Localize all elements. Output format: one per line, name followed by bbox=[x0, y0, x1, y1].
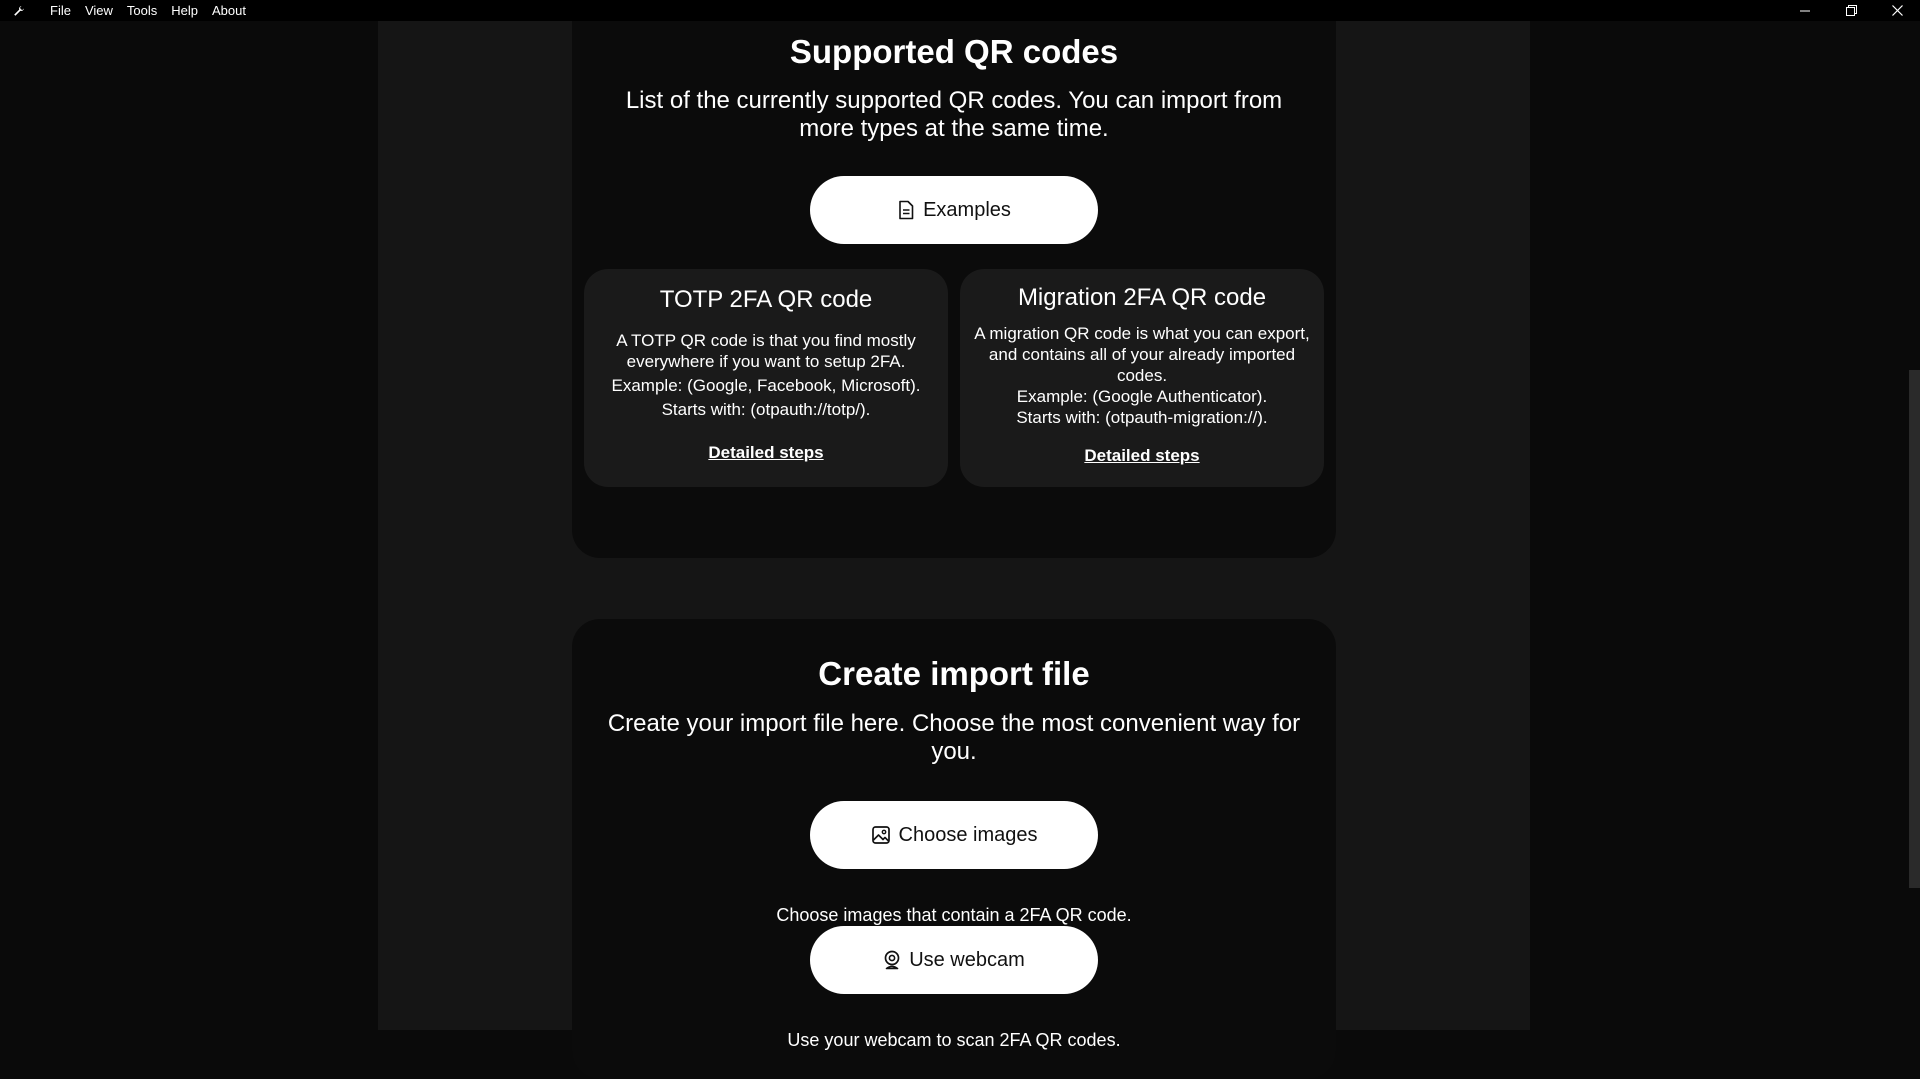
close-icon[interactable] bbox=[1874, 0, 1920, 21]
use-webcam-button-label: Use webcam bbox=[909, 948, 1025, 971]
menu-bar: File View Tools Help About bbox=[43, 0, 253, 21]
supported-qr-card: Supported QR codes List of the currently… bbox=[572, 0, 1336, 558]
supported-title: Supported QR codes bbox=[789, 33, 1119, 70]
migration-desc-line2: Example: (Google Authenticator). bbox=[1016, 387, 1268, 406]
minimize-icon[interactable] bbox=[1782, 0, 1828, 21]
image-icon bbox=[871, 825, 891, 845]
import-title: Create import file bbox=[818, 655, 1090, 692]
webcam-icon bbox=[883, 950, 901, 970]
use-webcam-button[interactable]: Use webcam bbox=[810, 926, 1098, 994]
migration-desc-line3: Starts with: (otpauth-migration://). bbox=[1016, 408, 1268, 427]
import-description: Create your import file here. Choose the… bbox=[607, 710, 1301, 765]
totp-card: TOTP 2FA QR code A TOTP QR code is that … bbox=[584, 269, 948, 487]
app-content: Supported QR codes List of the currently… bbox=[0, 0, 1920, 1079]
migration-card: Migration 2FA QR code A migration QR cod… bbox=[960, 269, 1324, 487]
migration-description: A migration QR code is what you can expo… bbox=[974, 323, 1310, 428]
migration-detailed-steps-link[interactable]: Detailed steps bbox=[960, 446, 1324, 466]
restore-icon[interactable] bbox=[1828, 0, 1874, 21]
choose-images-button[interactable]: Choose images bbox=[810, 801, 1098, 869]
document-icon bbox=[897, 200, 915, 220]
migration-desc-line1: A migration QR code is what you can expo… bbox=[974, 324, 1310, 385]
menu-tools[interactable]: Tools bbox=[120, 0, 164, 21]
totp-desc-line1: A TOTP QR code is that you find mostly e… bbox=[616, 331, 916, 371]
examples-button-label: Examples bbox=[923, 198, 1011, 221]
migration-title: Migration 2FA QR code bbox=[1017, 284, 1267, 311]
menu-view[interactable]: View bbox=[78, 0, 120, 21]
menu-help[interactable]: Help bbox=[164, 0, 205, 21]
window-controls bbox=[1782, 0, 1920, 21]
supported-description: List of the currently supported QR codes… bbox=[625, 87, 1283, 142]
totp-title: TOTP 2FA QR code bbox=[659, 286, 873, 313]
use-webcam-help: Use your webcam to scan 2FA QR codes. bbox=[787, 1030, 1121, 1050]
wrench-icon[interactable] bbox=[12, 4, 26, 18]
totp-desc-line3: Starts with: (otpauth://totp/). bbox=[661, 400, 871, 419]
totp-description: A TOTP QR code is that you find mostly e… bbox=[598, 330, 934, 420]
menu-about[interactable]: About bbox=[205, 0, 253, 21]
create-import-card: Create import file Create your import fi… bbox=[572, 619, 1336, 1079]
totp-desc-line2: Example: (Google, Facebook, Microsoft). bbox=[611, 376, 921, 395]
title-bar: File View Tools Help About bbox=[0, 0, 1920, 21]
totp-detailed-steps-link[interactable]: Detailed steps bbox=[584, 443, 948, 463]
scrollbar-thumb[interactable] bbox=[1909, 370, 1920, 888]
menu-file[interactable]: File bbox=[43, 0, 78, 21]
choose-images-help: Choose images that contain a 2FA QR code… bbox=[776, 905, 1132, 925]
choose-images-button-label: Choose images bbox=[898, 823, 1038, 846]
examples-button[interactable]: Examples bbox=[810, 176, 1098, 244]
